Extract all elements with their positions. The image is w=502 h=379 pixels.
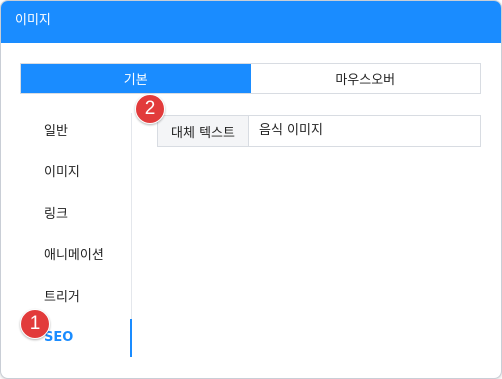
- sidebar-item-trigger[interactable]: 트리거: [44, 289, 80, 307]
- image-settings-dialog: 이미지 기본 마우스오버 일반 이미지 링크 애니메이션 트리거 SEO 대체 …: [0, 0, 502, 379]
- tab-bar: 기본 마우스오버: [20, 63, 481, 94]
- dialog-title: 이미지: [15, 13, 51, 28]
- step-marker-1: 1: [20, 309, 50, 339]
- dialog-titlebar: 이미지: [1, 1, 501, 43]
- alt-text-input[interactable]: [249, 116, 480, 146]
- tab-mouseover[interactable]: 마우스오버: [250, 64, 480, 93]
- sidebar-item-animation[interactable]: 애니메이션: [44, 247, 104, 265]
- sidebar-item-general[interactable]: 일반: [44, 123, 68, 141]
- sidebar-item-link[interactable]: 링크: [44, 206, 68, 224]
- sidebar-item-seo[interactable]: SEO: [44, 329, 73, 347]
- alt-text-label: 대체 텍스트: [158, 116, 249, 146]
- tab-basic[interactable]: 기본: [21, 64, 251, 93]
- sidebar-active-indicator: [130, 319, 132, 357]
- sidebar-item-image[interactable]: 이미지: [44, 164, 80, 182]
- alt-text-row: 대체 텍스트: [157, 115, 481, 147]
- step-marker-2: 2: [135, 94, 165, 124]
